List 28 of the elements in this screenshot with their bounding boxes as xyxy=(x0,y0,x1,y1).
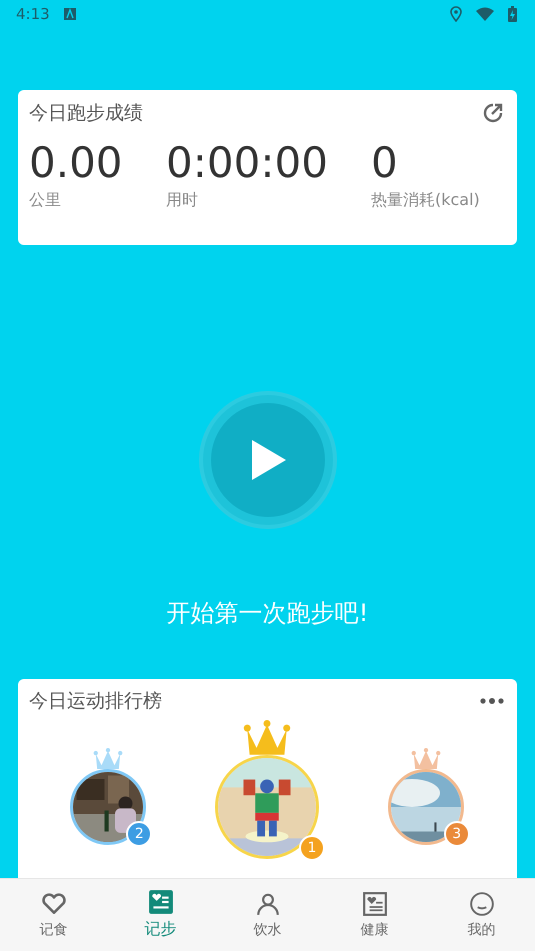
stat-value: 0.00 xyxy=(29,138,124,188)
stat-label: 用时 xyxy=(166,190,199,211)
nav-tab[interactable]: 健康 xyxy=(321,878,428,951)
nav-tab[interactable]: 记步 xyxy=(107,878,214,951)
card-title: 今日运动排行榜 xyxy=(29,689,162,714)
person-icon xyxy=(254,890,280,917)
battery-icon xyxy=(508,6,517,22)
card-title: 今日跑步成绩 xyxy=(29,100,143,126)
smile-icon xyxy=(468,890,494,917)
start-prompt: 开始第一次跑步吧! xyxy=(166,598,368,630)
wifi-icon xyxy=(476,6,494,21)
stat-label: 公里 xyxy=(29,190,62,211)
heart-icon xyxy=(40,890,66,917)
rank-badge: 1 xyxy=(298,835,325,862)
stat-value: 0 xyxy=(371,138,399,188)
location-icon xyxy=(450,6,462,22)
nav-tab[interactable]: 饮水 xyxy=(214,878,321,951)
notification-icon xyxy=(64,8,76,20)
nav-tab[interactable]: 我的 xyxy=(428,878,535,951)
health-card-icon xyxy=(362,890,388,917)
checklist-icon xyxy=(148,889,174,916)
stat-label: 热量消耗(kcal) xyxy=(371,190,481,211)
nav-tab[interactable]: 记食 xyxy=(0,878,107,951)
stat-value: 0:00:00 xyxy=(166,138,329,188)
more-icon[interactable] xyxy=(479,697,505,706)
rank-badge: 3 xyxy=(444,821,470,848)
rank-badge: 2 xyxy=(126,821,152,848)
status-time: 4:13 xyxy=(16,4,50,23)
